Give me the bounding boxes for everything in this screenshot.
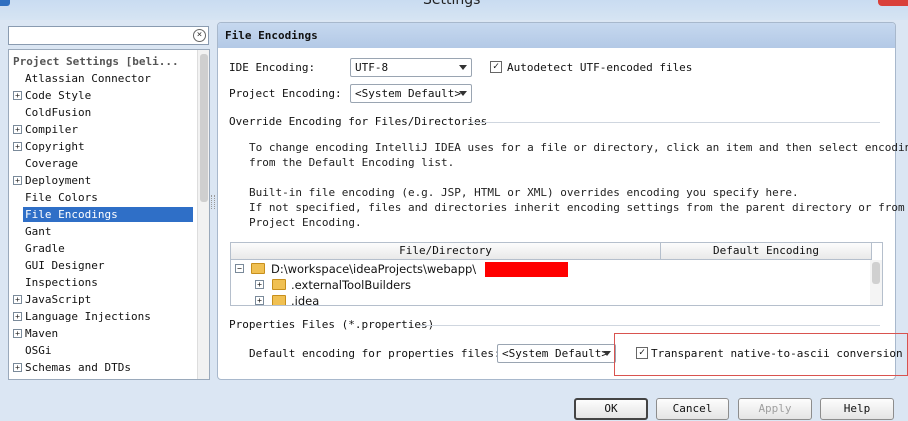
expand-icon[interactable]: + (13, 312, 22, 321)
sidebar-item-label: Atlassian Connector (25, 72, 151, 85)
expand-icon[interactable]: + (13, 142, 22, 151)
sidebar-item-label: ColdFusion (25, 106, 92, 119)
sidebar-item-label: Language Injections (25, 310, 151, 323)
override-description-line-1: To change encoding IntelliJ IDEA uses fo… (249, 141, 908, 154)
sidebar-item-label: Deployment (25, 174, 92, 187)
chevron-down-icon (603, 351, 611, 356)
autodetect-utf-label: Autodetect UTF-encoded files (507, 61, 693, 74)
folder-icon (272, 279, 286, 290)
encoding-table[interactable]: File/Directory Default Encoding − D:\wor… (230, 242, 883, 306)
sidebar-item-label: Inspections (25, 276, 98, 289)
column-header-file-directory[interactable]: File/Directory (231, 243, 661, 260)
override-description-line-2: from the Default Encoding list. (249, 156, 455, 169)
table-scrollbar[interactable] (870, 260, 882, 305)
sidebar-item-label: Gradle (25, 242, 65, 255)
title-bar: Settings (0, 0, 908, 20)
apply-button[interactable]: Apply (738, 398, 812, 420)
project-encoding-select[interactable]: <System Default> (350, 84, 472, 103)
app-icon (0, 0, 10, 6)
sidebar-item-label: JavaScript (25, 293, 92, 306)
expand-icon[interactable]: + (13, 295, 22, 304)
sidebar-item-label: Compiler (25, 123, 78, 136)
override-description-line-3: Built-in file encoding (e.g. JSP, HTML o… (249, 186, 799, 199)
default-properties-encoding-label: Default encoding for properties files: (249, 347, 501, 360)
sidebar-item-label: Project Settings [beli... (13, 55, 179, 68)
ide-encoding-select[interactable]: UTF-8 (350, 58, 472, 77)
help-button[interactable]: Help (820, 398, 894, 420)
expand-icon[interactable]: + (13, 91, 22, 100)
row-path: .idea (291, 294, 320, 306)
sidebar-item-label: File Encodings (23, 207, 193, 222)
override-description-line-4: If not specified, files and directories … (249, 201, 908, 214)
sidebar-item-label: Schemas and DTDs (25, 361, 131, 374)
override-description-line-5: Project Encoding. (249, 216, 362, 229)
properties-section-title: Properties Files (*.properties) (229, 318, 435, 331)
panel-title: File Encodings (218, 23, 895, 48)
highlight-annotation (614, 333, 908, 376)
collapse-icon[interactable]: − (235, 264, 244, 273)
row-path: D:\workspace\ideaProjects\webapp\ (271, 262, 477, 276)
window-title: Settings (423, 0, 481, 8)
project-encoding-label: Project Encoding: (229, 87, 342, 100)
section-divider (418, 325, 880, 326)
section-divider (468, 122, 880, 123)
tree-scrollbar-thumb[interactable] (200, 54, 208, 202)
default-properties-encoding-select[interactable]: <System Default> (497, 344, 616, 363)
sidebar-item-label: GUI Designer (25, 259, 105, 272)
expand-icon[interactable]: + (255, 296, 264, 305)
expand-icon[interactable]: + (13, 363, 22, 372)
folder-icon (272, 295, 286, 305)
folder-icon (251, 263, 265, 274)
default-properties-encoding-value: <System Default> (502, 347, 608, 360)
sidebar-item-label: File Colors (25, 191, 98, 204)
project-encoding-value: <System Default> (355, 87, 461, 100)
sidebar-item-label: Gant (25, 225, 52, 238)
expand-icon[interactable]: + (13, 176, 22, 185)
sidebar-item-label: Maven (25, 327, 59, 340)
settings-tree[interactable]: Project Settings [beli... Atlassian Conne… (8, 49, 210, 380)
expand-icon[interactable]: + (255, 280, 264, 289)
ide-encoding-value: UTF-8 (355, 61, 389, 74)
clear-search-icon[interactable]: × (193, 29, 206, 42)
close-window-button[interactable] (878, 0, 908, 6)
tree-scrollbar[interactable] (197, 50, 209, 379)
sidebar-item-label: Code Style (25, 89, 92, 102)
autodetect-utf-checkbox[interactable]: ✓ (490, 61, 502, 73)
sidebar-item-label: OSGi (25, 344, 52, 357)
cancel-button[interactable]: Cancel (656, 398, 729, 420)
chevron-down-icon (459, 91, 467, 96)
settings-search-input[interactable]: × (8, 26, 209, 45)
splitter-handle[interactable] (211, 195, 215, 209)
sidebar-item-label: Copyright (25, 140, 85, 153)
row-path: .externalToolBuilders (291, 278, 411, 292)
ok-button[interactable]: OK (574, 398, 648, 420)
expand-icon[interactable]: + (13, 125, 22, 134)
override-section-title: Override Encoding for Files/Directories (229, 115, 488, 128)
file-encodings-panel: File Encodings IDE Encoding: UTF-8 ✓ Aut… (217, 22, 908, 380)
ide-encoding-label: IDE Encoding: (229, 61, 316, 74)
expand-icon[interactable]: + (13, 329, 22, 338)
check-icon: ✓ (492, 61, 500, 72)
table-scrollbar-thumb[interactable] (872, 262, 880, 284)
sidebar-item-label: Coverage (25, 157, 78, 170)
column-header-default-encoding[interactable]: Default Encoding (661, 243, 872, 260)
chevron-down-icon (459, 65, 467, 70)
redaction-block (485, 262, 568, 277)
